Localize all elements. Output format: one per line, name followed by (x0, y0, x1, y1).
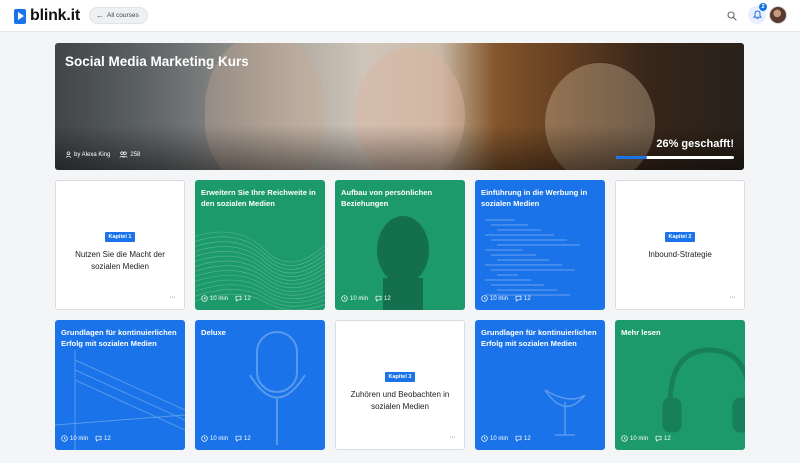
comment-count: 12 (384, 295, 391, 302)
lesson-card[interactable]: Mehr lesen 10 min 12 (615, 320, 745, 450)
lesson-card[interactable]: Grundlagen für kontinuierlichen Erfolg m… (55, 320, 185, 450)
chapter-card[interactable]: Kapitel 2 Inbound-Strategie ··· (615, 180, 745, 310)
lesson-title: Erweitern Sie Ihre Reichweite in den soz… (201, 188, 316, 208)
lesson-duration: 10 min (630, 435, 649, 442)
clock-icon (481, 295, 488, 302)
comment-icon (95, 435, 102, 442)
lesson-card[interactable]: Aufbau von persönlichen Beziehungen 10 mi… (335, 180, 465, 310)
lesson-meta: 10 min 12 (201, 435, 251, 442)
comment-icon (655, 435, 662, 442)
course-title: Social Media Marketing Kurs (65, 54, 249, 69)
notifications-button[interactable]: 2 (748, 3, 767, 24)
users-icon (119, 151, 128, 158)
lesson-meta: 10 min 12 (481, 435, 531, 442)
lesson-meta: 10 min 12 (481, 295, 531, 302)
progress-fill (616, 156, 647, 159)
lesson-duration: 10 min (490, 435, 509, 442)
all-courses-button[interactable]: ← All courses (89, 7, 148, 24)
lesson-meta: 10 min 12 (341, 295, 391, 302)
comment-count: 12 (524, 435, 531, 442)
comment-count: 12 (104, 435, 111, 442)
chapter-badge: Kapitel 1 (104, 232, 136, 242)
comment-icon (515, 295, 522, 302)
course-author: by Alexa King (74, 151, 111, 158)
lesson-meta: 10 min 12 (621, 435, 671, 442)
lesson-card[interactable]: Grundlagen für kontinuierlichen Erfolg m… (475, 320, 605, 450)
lesson-meta: 10 min 12 (201, 295, 251, 302)
user-icon (65, 151, 72, 158)
clock-icon (341, 295, 348, 302)
comment-count: 12 (244, 435, 251, 442)
lesson-card[interactable]: Erweitern Sie Ihre Reichweite in den soz… (195, 180, 325, 310)
more-options-icon[interactable]: ··· (170, 294, 176, 301)
comment-count: 12 (524, 295, 531, 302)
chapter-badge: Kapitel 2 (664, 232, 696, 242)
all-courses-label: All courses (107, 12, 139, 19)
progress-text: 26% geschafft! (656, 138, 734, 150)
lesson-title: Mehr lesen (621, 328, 661, 337)
clock-icon (201, 435, 208, 442)
course-hero: Social Media Marketing Kurs by Alexa Kin… (55, 43, 744, 170)
clock-icon (201, 295, 208, 302)
lesson-duration: 10 min (70, 435, 89, 442)
bell-icon (752, 10, 762, 20)
chapter-badge: Kapitel 3 (384, 372, 416, 382)
notification-badge: 2 (759, 3, 767, 11)
chapter-title: Inbound-Strategie (648, 250, 712, 259)
search-icon[interactable] (726, 9, 738, 21)
lesson-duration: 10 min (210, 435, 229, 442)
course-meta: by Alexa King 258 (65, 151, 143, 158)
arrow-left-icon: ← (96, 11, 104, 20)
lesson-title: Einführung in die Werbung in sozialen Me… (481, 188, 588, 208)
avatar[interactable] (769, 6, 787, 24)
lesson-title: Aufbau von persönlichen Beziehungen (341, 188, 433, 208)
comment-icon (375, 295, 382, 302)
more-options-icon[interactable]: ··· (450, 434, 456, 441)
lesson-duration: 10 min (490, 295, 509, 302)
logo[interactable]: blink.it (14, 6, 80, 26)
lesson-card[interactable]: Deluxe 10 min 12 (195, 320, 325, 450)
chapter-card[interactable]: Kapitel 1 Nutzen Sie die Macht der sozial… (55, 180, 185, 310)
comment-count: 12 (244, 295, 251, 302)
chapter-content: Kapitel 2 Inbound-Strategie (616, 225, 744, 261)
logo-icon (14, 8, 26, 24)
clock-icon (621, 435, 628, 442)
comment-icon (235, 435, 242, 442)
participant-count: 258 (130, 151, 141, 158)
comment-icon (235, 295, 242, 302)
lesson-title: Grundlagen für kontinuierlichen Erfolg m… (61, 328, 177, 348)
chapter-title: Zuhören und Beobachten in sozialen Medie… (350, 390, 450, 411)
chapter-card[interactable]: Kapitel 3 Zuhören und Beobachten in sozia… (335, 320, 465, 450)
lesson-card[interactable]: Einführung in die Werbung in sozialen Me… (475, 180, 605, 310)
comment-count: 12 (664, 435, 671, 442)
clock-icon (481, 435, 488, 442)
chapter-content: Kapitel 1 Nutzen Sie die Macht der sozial… (56, 225, 184, 273)
clock-icon (61, 435, 68, 442)
lesson-duration: 10 min (210, 295, 229, 302)
lesson-meta: 10 min 12 (61, 435, 111, 442)
chapter-content: Kapitel 3 Zuhören und Beobachten in sozia… (336, 365, 464, 413)
top-bar: blink.it ← All courses 2 (0, 0, 800, 32)
hero-shade (55, 125, 744, 170)
lesson-duration: 10 min (350, 295, 369, 302)
progress-bar (616, 156, 734, 159)
more-options-icon[interactable]: ··· (730, 294, 736, 301)
logo-text: blink.it (30, 7, 80, 24)
chapter-title: Nutzen Sie die Macht der sozialen Medien (75, 250, 165, 271)
comment-icon (515, 435, 522, 442)
lesson-title: Grundlagen für kontinuierlichen Erfolg m… (481, 328, 597, 348)
lesson-title: Deluxe (201, 328, 226, 337)
